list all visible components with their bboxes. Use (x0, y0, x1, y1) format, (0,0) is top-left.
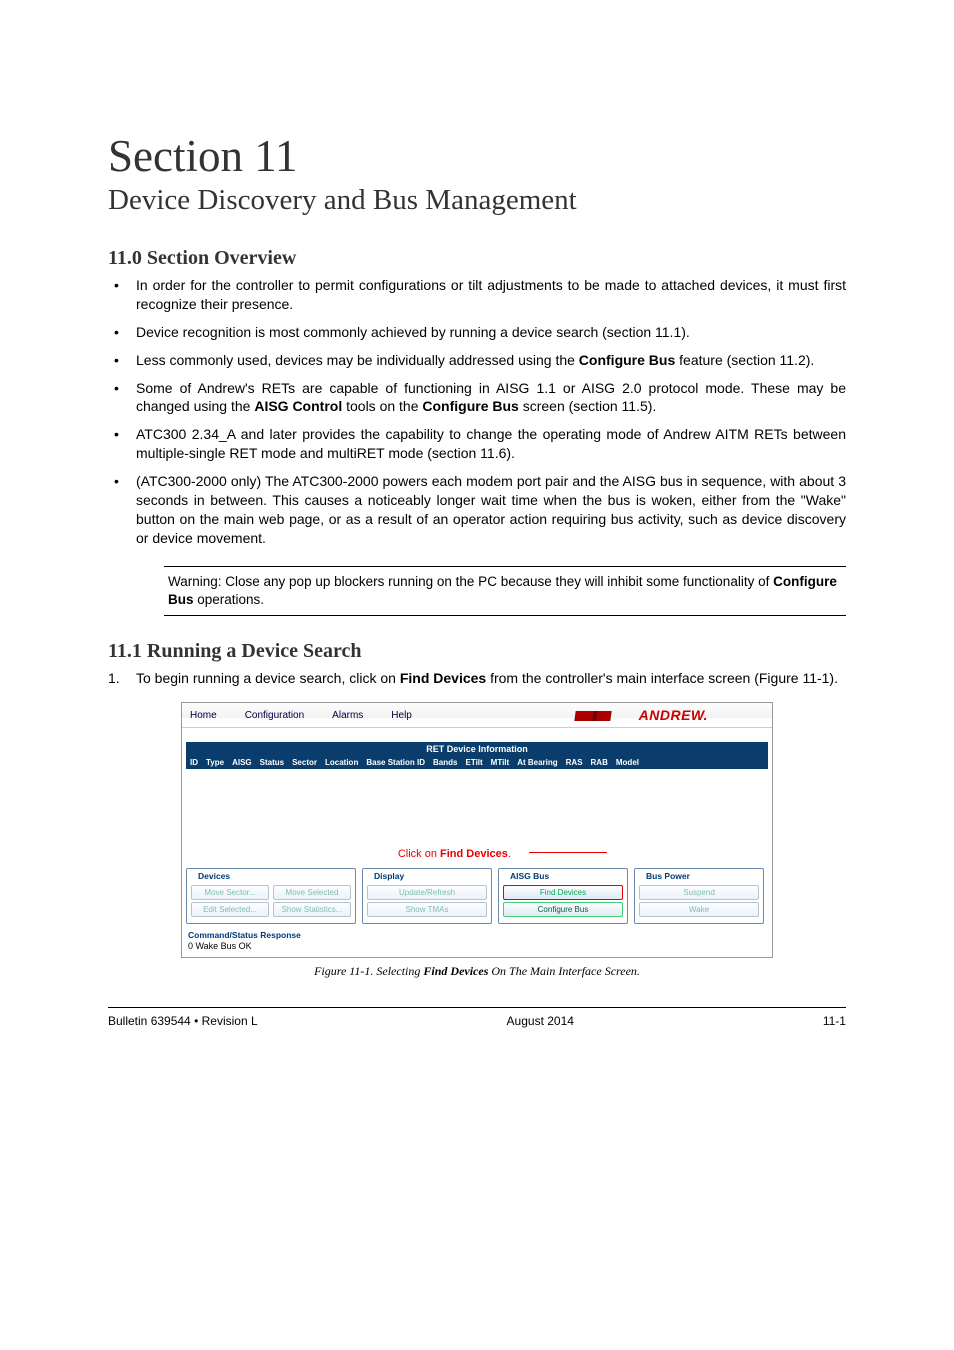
logo-icon (574, 711, 611, 721)
col-location: Location (325, 758, 358, 767)
col-id: ID (190, 758, 198, 767)
step-number: 1. (108, 669, 120, 688)
update-refresh-button[interactable]: Update/Refresh (367, 885, 487, 900)
devices-group: Devices Move Sector... Edit Selected... … (186, 868, 356, 924)
display-legend: Display (371, 871, 407, 881)
status-label: Command/Status Response (188, 930, 766, 940)
edit-selected-button[interactable]: Edit Selected... (191, 902, 269, 917)
footer-right: 11-1 (823, 1014, 846, 1028)
figure-screenshot: Home Configuration Alarms Help ANDREW. R… (181, 702, 773, 958)
table-body-empty: Click on Find Devices. (186, 769, 768, 864)
table-columns: ID Type AISG Status Sector Location Base… (186, 756, 768, 769)
footer: Bulletin 639544 • Revision L August 2014… (108, 1007, 846, 1028)
bus-power-legend: Bus Power (643, 871, 693, 881)
overview-list: In order for the controller to permit co… (108, 276, 846, 548)
footer-left: Bulletin 639544 • Revision L (108, 1014, 258, 1028)
col-type: Type (206, 758, 224, 767)
section-title: Device Discovery and Bus Management (108, 184, 846, 217)
col-atbearing: At Bearing (517, 758, 557, 767)
wake-button[interactable]: Wake (639, 902, 759, 917)
search-step: 1. To begin running a device search, cli… (108, 669, 846, 688)
table-title: RET Device Information (186, 742, 768, 756)
show-tmas-button[interactable]: Show TMAs (367, 902, 487, 917)
col-aisg: AISG (232, 758, 252, 767)
figure-caption: Figure 11-1. Selecting Find Devices On T… (108, 964, 846, 979)
col-rab: RAB (591, 758, 608, 767)
annotation-line (529, 852, 607, 853)
col-sector: Sector (292, 758, 317, 767)
col-etilt: ETilt (465, 758, 482, 767)
overview-heading: 11.0 Section Overview (108, 247, 846, 270)
display-group: Display Update/Refresh Show TMAs (362, 868, 492, 924)
menu-home[interactable]: Home (190, 710, 217, 721)
status-text: 0 Wake Bus OK (188, 941, 766, 951)
devices-legend: Devices (195, 871, 233, 881)
menu-configuration[interactable]: Configuration (245, 710, 304, 721)
col-basestation: Base Station ID (366, 758, 425, 767)
figure-annotation: Click on Find Devices. (398, 848, 511, 860)
overview-bullet: Device recognition is most commonly achi… (108, 323, 846, 342)
aisg-bus-group: AISG Bus Find Devices Configure Bus (498, 868, 628, 924)
section-number: Section 11 (108, 130, 846, 182)
warning-box: Warning: Close any pop up blockers runni… (164, 566, 846, 616)
suspend-button[interactable]: Suspend (639, 885, 759, 900)
show-statistics-button[interactable]: Show Statistics... (273, 902, 351, 917)
overview-bullet: (ATC300-2000 only) The ATC300-2000 power… (108, 472, 846, 548)
overview-bullet: ATC300 2.34_A and later provides the cap… (108, 425, 846, 463)
search-steps: 1. To begin running a device search, cli… (108, 669, 846, 688)
step-text: To begin running a device search, click … (136, 670, 838, 686)
col-bands: Bands (433, 758, 457, 767)
menu-help[interactable]: Help (391, 710, 412, 721)
overview-bullet: In order for the controller to permit co… (108, 276, 846, 314)
figure-menubar: Home Configuration Alarms Help ANDREW. (182, 703, 772, 728)
footer-center: August 2014 (507, 1014, 574, 1028)
move-sector-button[interactable]: Move Sector... (191, 885, 269, 900)
bus-power-group: Bus Power Suspend Wake (634, 868, 764, 924)
col-model: Model (616, 758, 639, 767)
move-selected-button[interactable]: Move Selected (273, 885, 351, 900)
menu-alarms[interactable]: Alarms (332, 710, 363, 721)
configure-bus-button[interactable]: Configure Bus (503, 902, 623, 917)
col-ras: RAS (566, 758, 583, 767)
overview-bullet: Less commonly used, devices may be indiv… (108, 351, 846, 370)
col-status: Status (260, 758, 284, 767)
find-devices-button[interactable]: Find Devices (503, 885, 623, 900)
overview-bullet: Some of Andrew's RETs are capable of fun… (108, 379, 846, 417)
andrew-logo: ANDREW. (575, 707, 736, 723)
col-mtilt: MTilt (491, 758, 510, 767)
search-heading: 11.1 Running a Device Search (108, 640, 846, 663)
aisg-legend: AISG Bus (507, 871, 552, 881)
